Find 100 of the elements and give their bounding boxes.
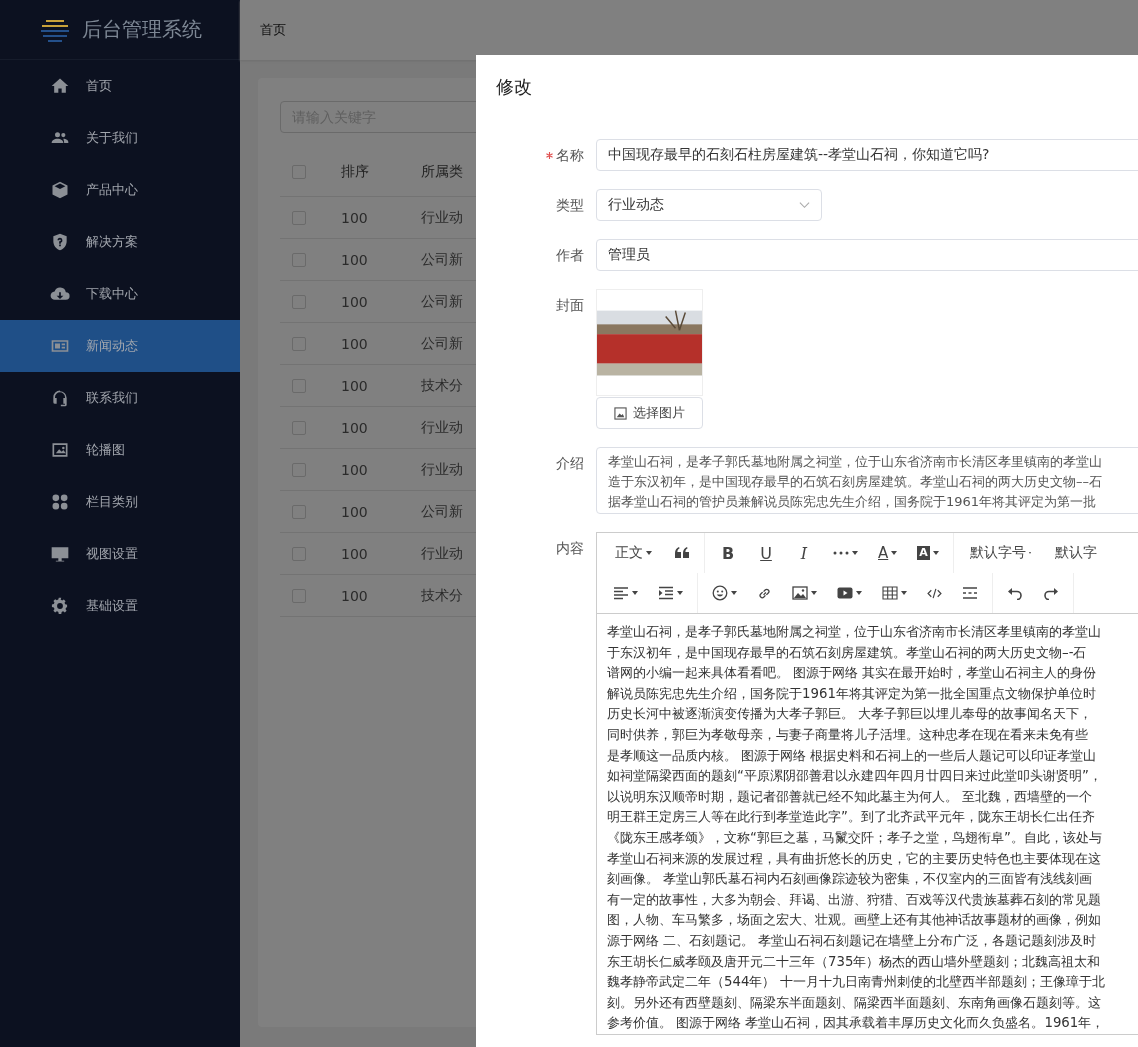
table-cell-text: 公司新 bbox=[421, 292, 464, 311]
sidebar-item[interactable]: 下载中心 bbox=[0, 268, 240, 320]
redo-icon bbox=[1043, 586, 1059, 600]
type-select[interactable]: 行业动态 bbox=[596, 189, 822, 221]
text-line: 如祠堂隔梁西面的题刻“平原漯阴邵善君以永建四年四月廿四日来过此堂叩头谢贤明”， bbox=[607, 767, 1103, 786]
home-icon bbox=[50, 76, 70, 96]
text-line: 解说员陈宪忠先生介绍，国务院于1961年将其评定为第一批全国重点文物保护单位时 bbox=[607, 684, 1097, 703]
image-icon bbox=[50, 440, 70, 460]
text-line: 是孝顺这一品质内核。 图源于网络 根据史料和石祠上的一些后人题记可以印证孝堂山 bbox=[607, 746, 1098, 765]
text-line: 孝堂山石祠，是孝子郭氏墓地附属之祠堂，位于山东省济南市长清区孝里镇南的孝堂山 bbox=[608, 453, 1103, 471]
smiley-icon bbox=[712, 585, 728, 601]
sidebar-item[interactable]: 基础设置 bbox=[0, 580, 240, 632]
ellipsis-icon bbox=[833, 551, 849, 555]
text-line: 以说明东汉顺帝时期，题记者邵善就已经不知此墓主为何人。 至北魏，西墙壁的一个 bbox=[607, 787, 1094, 806]
text-line: 刻画像。 孝堂山郭氏墓石祠内石刻画像踪迹较为密集，不仅室内的三面皆有浅线刻画 bbox=[607, 870, 1094, 889]
heading-select[interactable]: 正文 bbox=[603, 533, 664, 573]
breadcrumb[interactable]: 首页 bbox=[260, 21, 286, 39]
field-label: 名称 bbox=[496, 139, 584, 171]
monitor-icon bbox=[50, 544, 70, 564]
text-line: 历史长河中被逐渐演变传播为大孝子郭巨。 大孝子郭巨以埋儿奉母的故事闻名天下， bbox=[607, 705, 1094, 724]
text-line: 东王胡长仁威孝颐及唐开元二十三年（735年）杨杰的西山墙外壁题刻；北魏高祖太和 bbox=[607, 952, 1102, 971]
text-line: 谱网的小编一起来具体看看吧。 图源于网络 其实在最开始时，孝堂山石祠主人的身份 bbox=[607, 664, 1098, 683]
image-icon bbox=[614, 406, 627, 420]
sidebar-item[interactable]: 关于我们 bbox=[0, 112, 240, 164]
table-cell-text: 技术分 bbox=[421, 586, 464, 605]
bold-button[interactable]: B bbox=[709, 543, 747, 563]
table-cell-text: 100 bbox=[341, 461, 369, 478]
sidebar-item[interactable]: 栏目类别 bbox=[0, 476, 240, 528]
sidebar-item[interactable]: 视图设置 bbox=[0, 528, 240, 580]
sidebar-item[interactable]: 解决方案 bbox=[0, 216, 240, 268]
column-header: 所属类 bbox=[421, 162, 464, 181]
font-select[interactable]: 默认字 bbox=[1042, 533, 1109, 573]
cube-icon bbox=[50, 180, 70, 200]
text-line: 参考价值。 图源于网络 孝堂山石祠，因其承载着丰厚历史文化而久负盛名。1961年， bbox=[607, 1014, 1106, 1033]
field-label: 作者 bbox=[555, 246, 584, 265]
text-line: 刻。另外还有西壁题刻、隔梁东半面题刻、隔梁西半面题刻、东南角画像石题刻等。这 bbox=[607, 993, 1102, 1012]
horizontal-rule-icon bbox=[962, 586, 978, 600]
code-icon bbox=[927, 587, 942, 599]
text-line: 有一定的故事性，大多为朝会、拜谒、出游、狩猎、百戏等汉代贵族墓葬石刻的常见题 bbox=[607, 890, 1102, 909]
table-cell-text: 100 bbox=[341, 377, 369, 394]
text-line: 据孝堂山石祠的管护员兼解说员陈宪忠先生介绍，国务院于1961年将其评定为第一批 bbox=[608, 493, 1098, 511]
indent-icon bbox=[658, 586, 674, 600]
text-line: 造于东汉初年，是中国现存最早的石筑石刻房屋建筑。孝堂山石祠的两大历史文物––石 bbox=[608, 473, 1103, 491]
sidebar-item[interactable]: 轮播图 bbox=[0, 424, 240, 476]
table-cell-text: 技术分 bbox=[421, 376, 464, 395]
sidebar-item[interactable]: 联系我们 bbox=[0, 372, 240, 424]
grid-icon bbox=[50, 492, 70, 512]
table-cell-text: 100 bbox=[341, 293, 369, 310]
table-cell-text: 100 bbox=[341, 251, 369, 268]
name-field[interactable]: 中国现存最早的石刻石柱房屋建筑--孝堂山石祠，你知道它吗? bbox=[596, 139, 1138, 171]
drawer-title: 修改 bbox=[496, 75, 533, 99]
text-line: 孝堂山石祠来源的发展过程，具有曲折悠长的历史，它的主要历史特色也主要体现在这 bbox=[607, 849, 1102, 868]
text-line: 魏孝静帝武定二年（544年） 十一月十九日南青州刺使的北壁西半部题刻；王像璋于北 bbox=[607, 973, 1106, 992]
table-cell-text: 行业动 bbox=[421, 544, 464, 563]
play-icon bbox=[837, 587, 853, 599]
sidebar-item[interactable]: 首页 bbox=[0, 60, 240, 112]
underline-button[interactable]: U bbox=[747, 543, 785, 563]
undo-icon bbox=[1007, 586, 1023, 600]
table-cell-text: 行业动 bbox=[421, 418, 464, 437]
shield-icon bbox=[50, 232, 70, 252]
field-label: 封面 bbox=[555, 296, 584, 315]
gear-icon bbox=[50, 596, 70, 616]
column-header: 排序 bbox=[341, 162, 370, 181]
font-color-button[interactable]: A bbox=[868, 533, 908, 573]
text-line: 同时供养，郭巨为孝敬母亲，与妻子商量将儿子活埋。这种忠孝在现在看来未免有些 bbox=[607, 725, 1089, 744]
align-left-icon bbox=[613, 586, 629, 600]
sidebar-item[interactable]: 新闻动态 bbox=[0, 320, 240, 372]
sidebar-item[interactable]: 产品中心 bbox=[0, 164, 240, 216]
text-line: 孝堂山石祠，是孝子郭氏墓地附属之祠堂，位于山东省济南市长清区孝里镇南的孝堂山 bbox=[607, 623, 1102, 641]
font-size-select[interactable]: 默认字号 bbox=[957, 533, 1043, 573]
app-title: 后台管理系统 bbox=[82, 16, 202, 43]
text-line: 源于网络 二、石刻题记。 孝堂山石祠石刻题记在墙壁上分布广泛，各题记题刻涉及时 bbox=[607, 931, 1098, 950]
text-line: 《陇东王感孝颂》，文称“郭巨之墓，马鬣交阡；孝子之堂，鸟翅衔阜”。自此，该处与 bbox=[607, 828, 1103, 847]
author-field[interactable]: 管理员 bbox=[596, 239, 1138, 271]
table-cell-text: 公司新 bbox=[421, 502, 464, 521]
table-cell-text: 行业动 bbox=[421, 208, 464, 227]
table-cell-text: 100 bbox=[341, 419, 369, 436]
text-line: 图，人物、车马繁多，场面之宏大、壮观。画壁上还有其他神话故事题材的画像，例如 bbox=[607, 911, 1102, 930]
background-color-button[interactable]: A bbox=[907, 533, 949, 573]
table-cell-text: 100 bbox=[341, 209, 369, 226]
table-cell-text: 100 bbox=[341, 503, 369, 520]
headset-icon bbox=[50, 388, 70, 408]
text-line: 明王群王定房三人等在此行到孝堂造此字”。到了北齐武平元年，陇东王胡长仁出任齐 bbox=[607, 808, 1096, 827]
image-icon bbox=[792, 586, 808, 600]
quote-icon bbox=[674, 545, 690, 561]
field-label: 类型 bbox=[555, 196, 584, 215]
table-icon bbox=[882, 586, 898, 600]
table-cell-text: 100 bbox=[341, 545, 369, 562]
table-cell-text: 公司新 bbox=[421, 250, 464, 269]
field-label: 介绍 bbox=[555, 454, 584, 473]
intro-textarea[interactable]: 孝堂山石祠，是孝子郭氏墓地附属之祠堂，位于山东省济南市长清区孝里镇南的孝堂山 造于东汉初年，是中国现存最早的石筑石刻房屋建筑。孝堂山石祠的两大历史文物––石 据孝堂山石祠的管护员兼解说员陈宪忠先生介绍，国务院于1961年将其评定为第一批 bbox=[596, 447, 1138, 514]
field-label: 内容 bbox=[555, 539, 584, 558]
chevron-down-icon bbox=[799, 201, 810, 209]
table-cell-text: 100 bbox=[341, 335, 369, 352]
table-cell-text: 公司新 bbox=[421, 334, 464, 353]
rich-text-editor[interactable] bbox=[596, 532, 1138, 1035]
table-cell-text: 行业动 bbox=[421, 460, 464, 479]
table-cell-text: 100 bbox=[341, 587, 369, 604]
italic-button[interactable]: I bbox=[785, 543, 823, 563]
select-image-button[interactable]: 选择图片 bbox=[596, 397, 703, 429]
